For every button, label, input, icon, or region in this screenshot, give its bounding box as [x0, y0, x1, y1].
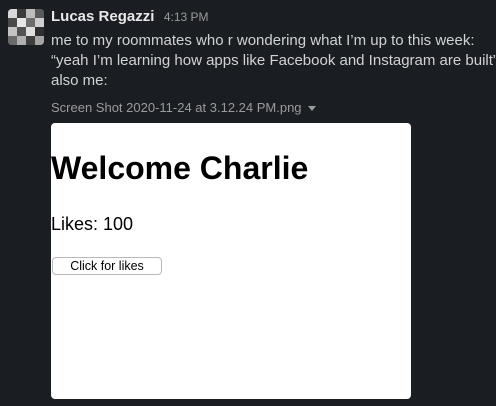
message-line: me to my roommates who r wondering what …: [51, 32, 475, 49]
caret-down-icon[interactable]: [307, 105, 316, 111]
sender-name[interactable]: Lucas Regazzi: [51, 8, 154, 25]
preview-likes-count: Likes: 100: [51, 214, 134, 234]
message-timestamp[interactable]: 4:13 PM: [164, 10, 209, 24]
click-for-likes-button: Click for likes: [52, 257, 162, 275]
chat-message: Lucas Regazzi 4:13 PM me to my roommates…: [0, 0, 496, 406]
message-header: Lucas Regazzi 4:13 PM: [51, 8, 209, 26]
message-line: also me:: [51, 72, 108, 89]
message-line: “yeah I’m learning how apps like Faceboo…: [51, 52, 496, 69]
preview-heading: Welcome Charlie: [51, 150, 309, 186]
message-body: me to my roommates who r wondering what …: [51, 31, 496, 91]
image-attachment-preview[interactable]: Welcome Charlie Likes: 100 Click for lik…: [51, 123, 411, 399]
attachment-header[interactable]: Screen Shot 2020-11-24 at 3.12.24 PM.png: [51, 100, 316, 115]
avatar-image: [8, 9, 44, 45]
attachment-filename[interactable]: Screen Shot 2020-11-24 at 3.12.24 PM.png: [51, 100, 302, 115]
avatar[interactable]: [8, 9, 44, 45]
